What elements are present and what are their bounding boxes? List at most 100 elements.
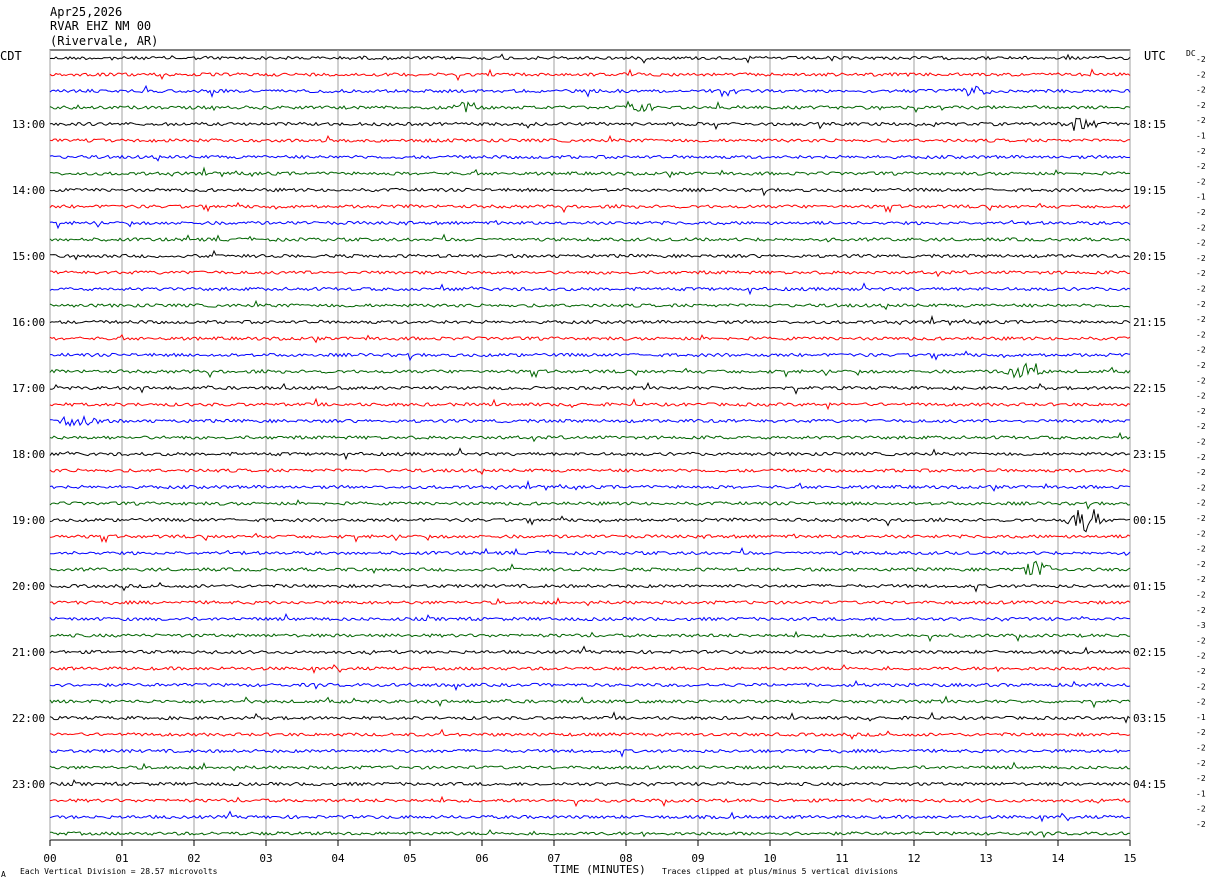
trace-line: [49, 679, 1131, 692]
dc-offset-value: -2: [1196, 147, 1206, 156]
trace-line: [50, 270, 1131, 278]
trace-line: [49, 597, 1131, 607]
dc-offset-value: -3: [1196, 621, 1206, 630]
dc-offset-value: -2: [1196, 545, 1206, 554]
trace-line: [50, 829, 1131, 839]
trace-line: [49, 299, 1131, 311]
trace-line: [49, 219, 1131, 230]
dc-offset-value: -2: [1196, 315, 1206, 324]
right-hour-label: 03:15: [1133, 712, 1166, 725]
trace-line: [49, 68, 1131, 82]
dc-offset-value: -2: [1196, 361, 1206, 370]
trace-line: [49, 761, 1131, 772]
dc-offset-value: -2: [1196, 652, 1206, 661]
corner-mark: A: [1, 870, 6, 879]
x-tick-label: 10: [763, 852, 776, 865]
dc-offset-value: -2: [1196, 300, 1206, 309]
header-date: Apr25,2026: [50, 5, 122, 19]
dc-offset-value: -2: [1196, 682, 1206, 691]
dc-offset-layer: -2 -2 -2 -2 -2 -1 -2 -2 -2 -1 -2 -2 -2 -2 -2 -2 -2 -2 -2 -2…: [1196, 55, 1206, 829]
right-hour-label: 23:15: [1133, 448, 1166, 461]
dc-offset-value: -2: [1196, 285, 1206, 294]
dc-offset-value: -2: [1196, 606, 1206, 615]
right-hour-label: 21:15: [1133, 316, 1166, 329]
trace-line: [49, 728, 1131, 740]
dc-offset-value: -2: [1196, 407, 1206, 416]
dc-offset-value: -2: [1196, 392, 1206, 401]
trace-line: [49, 645, 1131, 656]
trace-line: [49, 479, 1131, 492]
trace-line: [49, 134, 1130, 143]
trace-line: [49, 397, 1131, 411]
dc-offset-value: -2: [1196, 698, 1206, 707]
dc-offset-value: -2: [1196, 774, 1206, 783]
trace-line: [49, 664, 1131, 675]
trace-line: [49, 810, 1131, 823]
trace-line: [49, 779, 1131, 787]
dc-offset-value: -2: [1196, 560, 1206, 569]
trace-line: [49, 233, 1131, 243]
dc-offset-value: -2: [1196, 468, 1206, 477]
plot-frame: [49, 49, 1131, 841]
right-hour-label: 20:15: [1133, 250, 1166, 263]
trace-line: [50, 249, 1131, 261]
dc-offset-value: -2: [1196, 636, 1206, 645]
trace-line: [49, 612, 1130, 622]
right-hour-label: 18:15: [1133, 118, 1166, 131]
header-location: (Rivervale, AR): [50, 34, 158, 48]
dc-offset-value: -2: [1196, 86, 1206, 95]
trace-line: [49, 695, 1131, 709]
right-zone-label: UTC: [1144, 49, 1166, 63]
trace-line: [49, 314, 1131, 326]
dc-offset-value: -2: [1196, 744, 1206, 753]
trace-line: [49, 630, 1131, 643]
dc-offset-value: -2: [1196, 116, 1206, 125]
trace-line: [49, 117, 1131, 131]
x-tick-label: 09: [691, 852, 704, 865]
trace-line: [50, 350, 1131, 362]
trace-line: [49, 431, 1131, 443]
dc-offset-value: -2: [1196, 239, 1206, 248]
scale-note: Each Vertical Division = 28.57 microvolt…: [20, 867, 218, 876]
trace-line: [49, 560, 1131, 576]
trace-line: [49, 333, 1131, 344]
dc-offset-value: -2: [1196, 759, 1206, 768]
trace-line: [49, 499, 1131, 510]
dc-offset-value: -2: [1196, 162, 1206, 171]
right-hour-label: 19:15: [1133, 184, 1166, 197]
x-tick-label: 14: [1051, 852, 1065, 865]
clip-note: Traces clipped at plus/minus 5 vertical …: [662, 867, 898, 876]
trace-line: [49, 381, 1131, 395]
trace-line: [49, 187, 1131, 197]
trace-line: [49, 509, 1131, 533]
x-tick-label: 05: [403, 852, 416, 865]
left-hour-label: 13:00: [12, 118, 45, 131]
right-hour-label: 02:15: [1133, 646, 1166, 659]
dc-offset-value: -2: [1196, 483, 1206, 492]
dc-offset-value: -2: [1196, 805, 1206, 814]
dc-offset-value: -2: [1196, 177, 1206, 186]
left-hour-label: 21:00: [12, 646, 45, 659]
trace-line: [49, 362, 1131, 379]
dc-offset-value: -2: [1196, 208, 1206, 217]
dc-offset-value: -1: [1196, 193, 1206, 202]
left-hour-label: 18:00: [12, 448, 45, 461]
trace-line: [49, 795, 1131, 808]
dc-offset-value: -1: [1196, 132, 1206, 141]
header-station: RVAR EHZ NM 00: [50, 19, 151, 33]
right-hour-label: 04:15: [1133, 778, 1166, 791]
trace-line: [49, 154, 1131, 162]
dc-offset-value: -2: [1196, 346, 1206, 355]
dc-offset-value: -2: [1196, 438, 1206, 447]
dc-offset-value: -2: [1196, 453, 1206, 462]
trace-line: [49, 447, 1131, 461]
dc-offset-value: -1: [1196, 713, 1206, 722]
dc-offset-value: -2: [1196, 330, 1206, 339]
left-hour-label: 14:00: [12, 184, 45, 197]
left-hour-label: 17:00: [12, 382, 45, 395]
grid-layer: [49, 50, 1131, 840]
x-axis-title: TIME (MINUTES): [553, 863, 646, 876]
dc-offset-value: -2: [1196, 499, 1206, 508]
trace-layer: [49, 53, 1131, 839]
dc-offset-value: -2: [1196, 223, 1206, 232]
